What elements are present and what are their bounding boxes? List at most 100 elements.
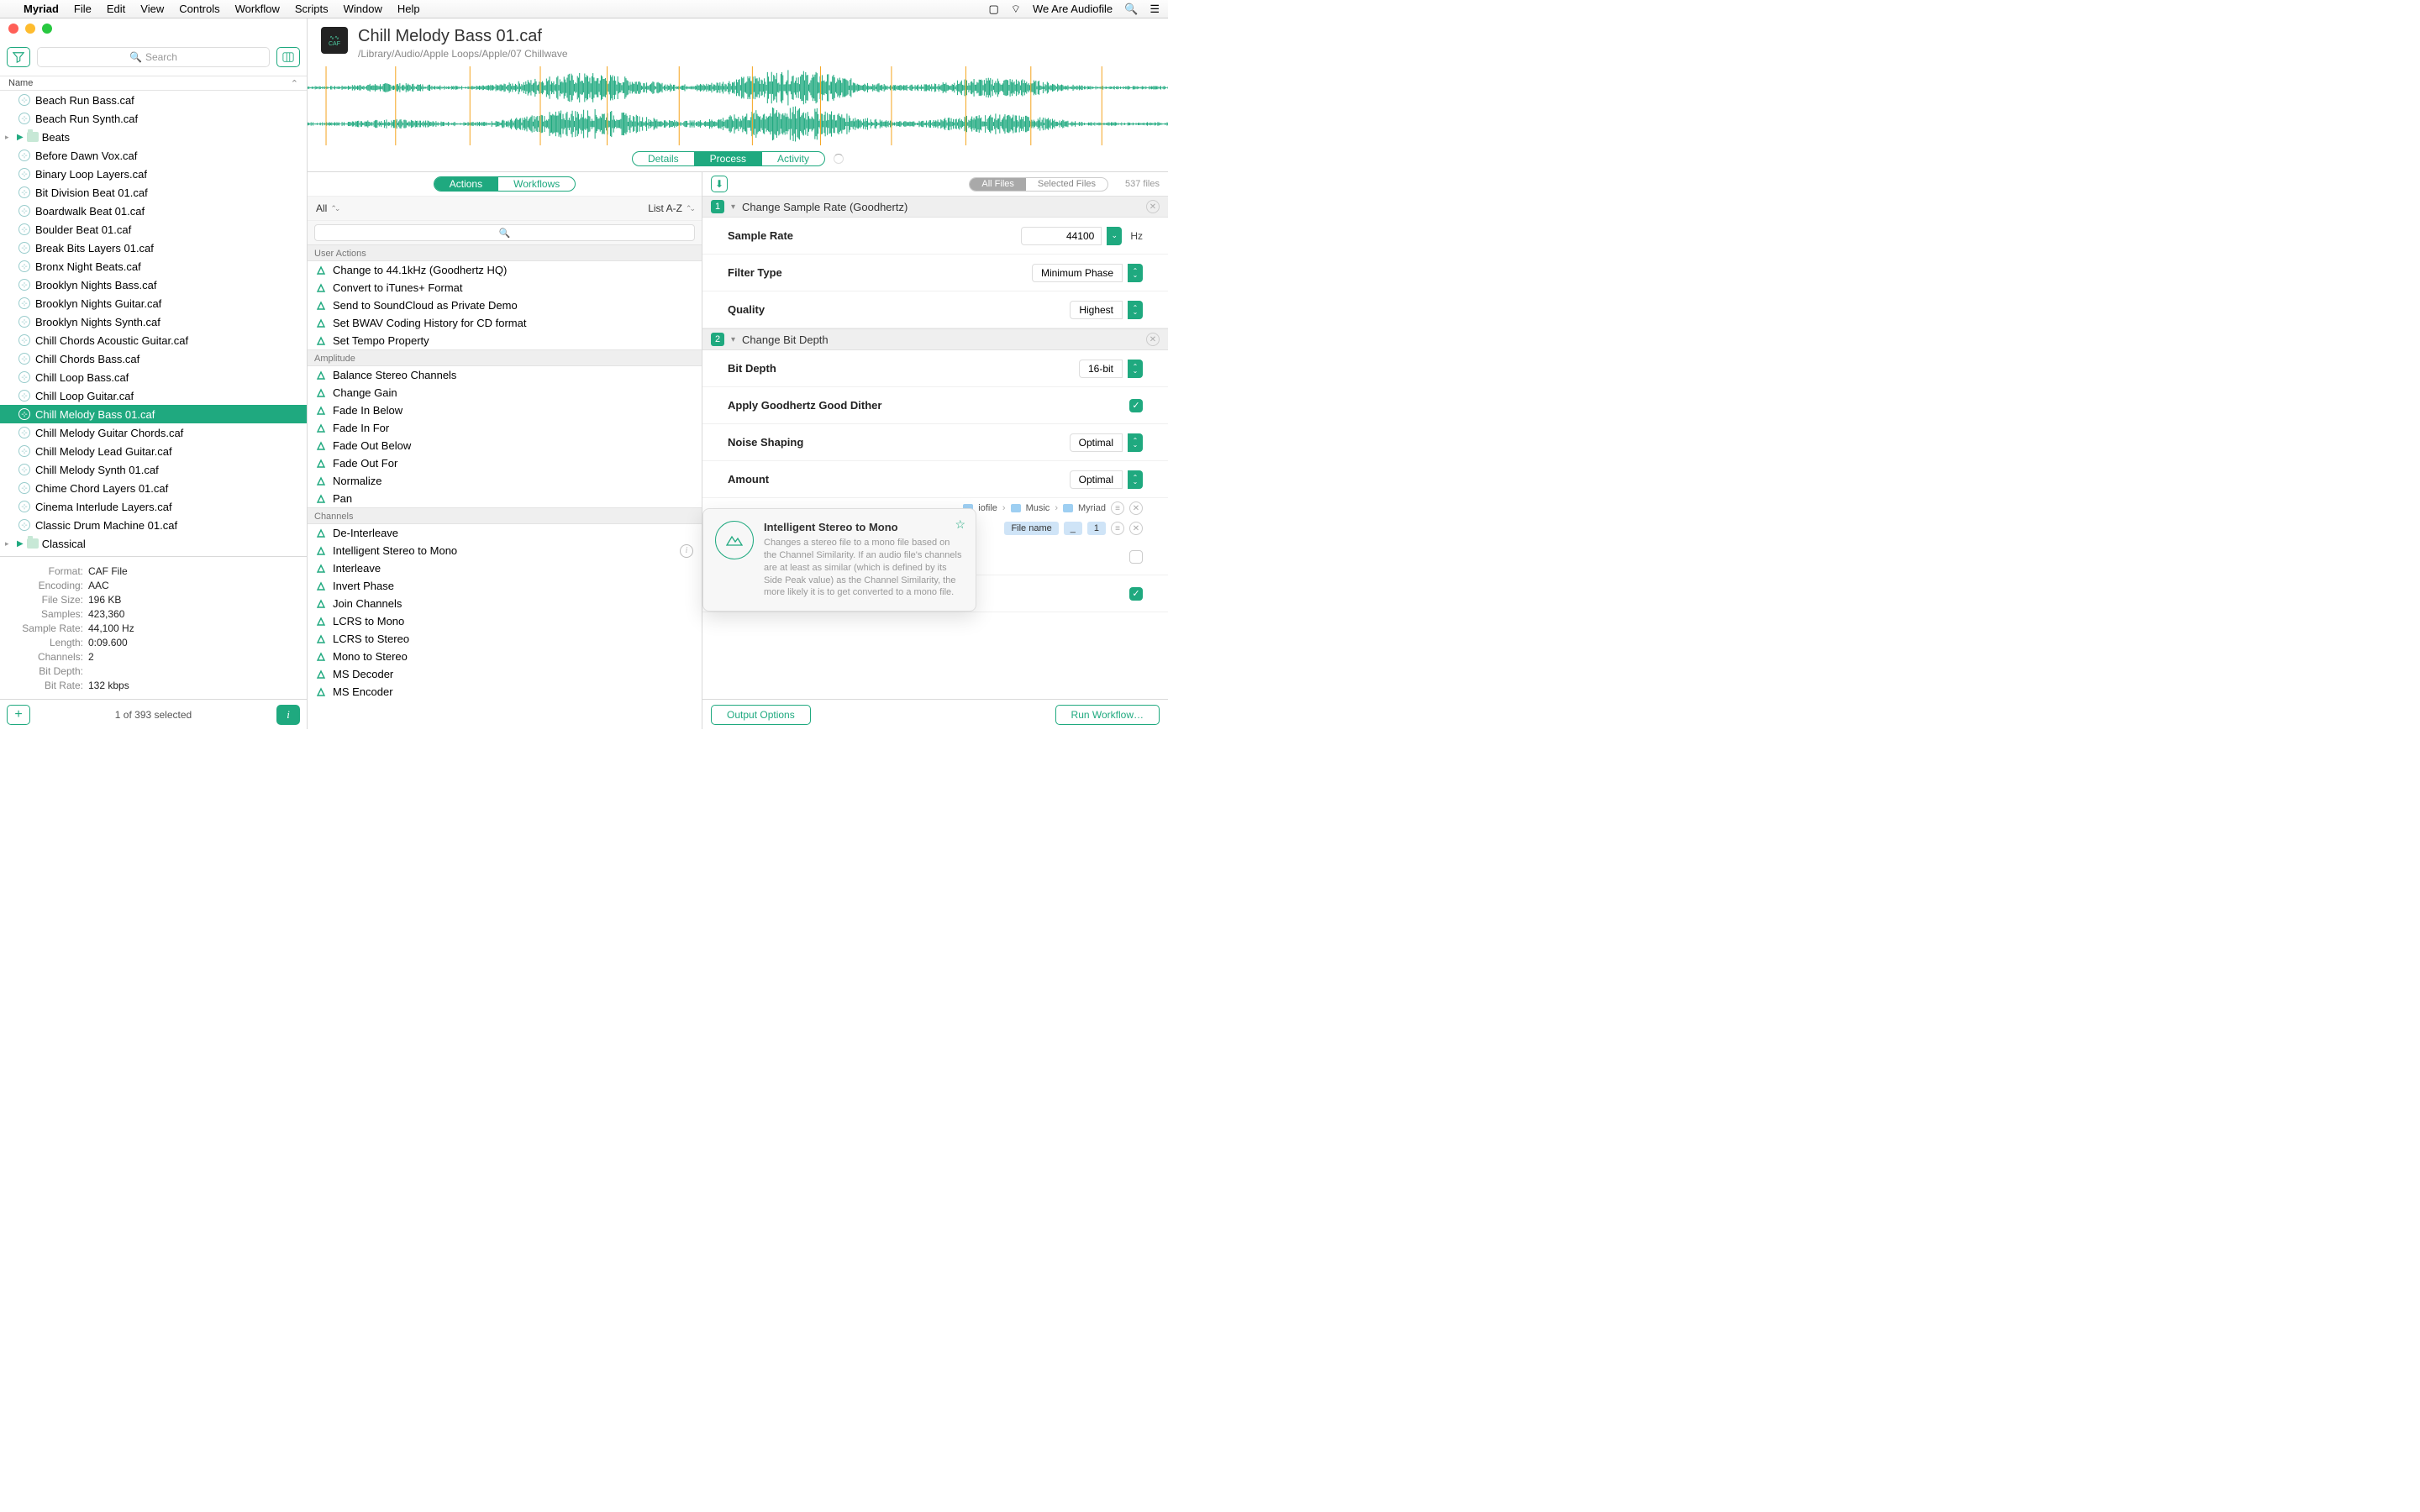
action-row[interactable]: Fade Out Belowi [308, 437, 702, 454]
action-list[interactable]: User ActionsChange to 44.1kHz (Goodhertz… [308, 244, 702, 729]
step-header[interactable]: 2▾Change Bit Depth✕ [702, 328, 1168, 350]
file-row[interactable]: Cinema Interlude Layers.caf [0, 497, 307, 516]
edit-tokens-icon[interactable]: ≡ [1111, 522, 1124, 535]
remove-path-icon[interactable]: ✕ [1129, 501, 1143, 515]
info-icon[interactable]: i [680, 544, 693, 558]
scope-all-files[interactable]: All Files [970, 178, 1026, 191]
checkbox[interactable]: ✓ [1129, 399, 1143, 412]
action-row[interactable]: Interleavei [308, 559, 702, 577]
action-row[interactable]: Change Gaini [308, 384, 702, 402]
action-row[interactable]: De-Interleavei [308, 524, 702, 542]
disclosure-icon[interactable]: ▾ [731, 202, 735, 212]
menu-scripts[interactable]: Scripts [295, 3, 329, 15]
step-header[interactable]: 1▾Change Sample Rate (Goodhertz)✕ [702, 196, 1168, 218]
minimize-window[interactable] [25, 24, 35, 34]
info-button[interactable]: i [276, 705, 300, 725]
action-row[interactable]: LCRS to Monoi [308, 612, 702, 630]
airplay-icon[interactable]: ▢ [988, 3, 998, 16]
file-row[interactable]: Chill Melody Guitar Chords.caf [0, 423, 307, 442]
action-row[interactable]: Fade Out Fori [308, 454, 702, 472]
dropdown-arrows-icon[interactable] [1128, 301, 1143, 319]
play-folder-icon[interactable]: ▶ [17, 539, 24, 549]
action-row[interactable]: MS Encoderi [308, 683, 702, 701]
file-row[interactable]: Classic Drum Machine 01.caf [0, 516, 307, 534]
file-row[interactable]: Boardwalk Beat 01.caf [0, 202, 307, 220]
number-field[interactable]: 44100 [1021, 227, 1102, 245]
remove-step-icon[interactable]: ✕ [1146, 333, 1160, 346]
file-row[interactable]: Bronx Night Beats.caf [0, 257, 307, 276]
file-row[interactable]: Break Bits Layers 01.caf [0, 239, 307, 257]
menu-edit[interactable]: Edit [107, 3, 125, 15]
action-row[interactable]: Mono to Stereoi [308, 648, 702, 665]
file-row[interactable]: Brooklyn Nights Synth.caf [0, 312, 307, 331]
search-field[interactable]: 🔍Search [37, 47, 270, 67]
breadcrumb-item[interactable]: iofile [978, 503, 997, 513]
action-row[interactable]: Change to 44.1kHz (Goodhertz HQ)i [308, 261, 702, 279]
dropdown[interactable]: Optimal [1070, 470, 1123, 489]
dropdown-arrows-icon[interactable] [1128, 470, 1143, 489]
filename-token[interactable]: 1 [1087, 522, 1106, 535]
favorite-star-icon[interactable]: ☆ [955, 517, 965, 532]
column-header[interactable]: Name⌃ [0, 76, 307, 91]
menu-controls[interactable]: Controls [179, 3, 219, 15]
action-row[interactable]: MS Decoderi [308, 665, 702, 683]
action-row[interactable]: Balance Stereo Channelsi [308, 366, 702, 384]
action-row[interactable]: Convert to iTunes+ Formati [308, 279, 702, 297]
file-row[interactable]: Chill Melody Bass 01.caf [0, 405, 307, 423]
action-row[interactable]: Join Channelsi [308, 595, 702, 612]
menu-file[interactable]: File [74, 3, 92, 15]
remove-tokens-icon[interactable]: ✕ [1129, 522, 1143, 535]
spotlight-icon[interactable]: 🔍 [1124, 3, 1138, 16]
action-row[interactable]: Set BWAV Coding History for CD formati [308, 314, 702, 332]
action-row[interactable]: Set Tempo Propertyi [308, 332, 702, 349]
folder-row[interactable]: ▶Classical [0, 534, 307, 553]
edit-path-icon[interactable]: ≡ [1111, 501, 1124, 515]
action-row[interactable]: LCRS to Stereoi [308, 630, 702, 648]
dropdown[interactable]: Highest [1070, 301, 1123, 319]
action-row[interactable]: Invert Phasei [308, 577, 702, 595]
file-row[interactable]: Chill Melody Synth 01.caf [0, 460, 307, 479]
file-row[interactable]: Chill Loop Bass.caf [0, 368, 307, 386]
folder-row[interactable]: ▶Beats [0, 128, 307, 146]
filter-button[interactable] [7, 47, 30, 67]
file-row[interactable]: Beach Run Bass.caf [0, 91, 307, 109]
disclosure-icon[interactable]: ▾ [731, 335, 735, 344]
app-menu[interactable]: Myriad [24, 3, 59, 15]
file-row[interactable]: Boulder Beat 01.caf [0, 220, 307, 239]
file-row[interactable]: Binary Loop Layers.caf [0, 165, 307, 183]
action-row[interactable]: Fade In Belowi [308, 402, 702, 419]
action-row[interactable]: Send to SoundCloud as Private Demoi [308, 297, 702, 314]
dropdown[interactable]: Minimum Phase [1032, 264, 1123, 282]
tab-workflows[interactable]: Workflows [497, 177, 575, 191]
file-row[interactable]: Beach Run Synth.caf [0, 109, 307, 128]
actions-sort-select[interactable]: List A-Z [648, 202, 693, 214]
filename-token[interactable]: File name [1004, 522, 1058, 535]
dropdown-arrows-icon[interactable] [1128, 264, 1143, 282]
file-row[interactable]: Chill Melody Lead Guitar.caf [0, 442, 307, 460]
file-row[interactable]: Chime Chord Layers 01.caf [0, 479, 307, 497]
menu-workflow[interactable]: Workflow [235, 3, 280, 15]
breadcrumb-item[interactable]: Myriad [1078, 503, 1106, 513]
file-row[interactable]: Bit Division Beat 01.caf [0, 183, 307, 202]
columns-button[interactable] [276, 47, 300, 67]
tab-actions[interactable]: Actions [434, 177, 497, 191]
waveform[interactable] [308, 65, 1168, 150]
wifi-icon[interactable]: ⌔ [1011, 3, 1021, 16]
file-row[interactable]: Chill Chords Acoustic Guitar.caf [0, 331, 307, 349]
actions-category-select[interactable]: All [316, 202, 338, 214]
action-row[interactable]: Normalizei [308, 472, 702, 490]
file-row[interactable]: Chill Chords Bass.caf [0, 349, 307, 368]
disclosure-icon[interactable] [5, 539, 13, 549]
filename-token[interactable]: _ [1064, 522, 1082, 535]
import-workflow-button[interactable]: ⬇ [711, 176, 728, 192]
disclosure-icon[interactable] [5, 133, 13, 142]
tab-details[interactable]: Details [633, 152, 694, 165]
file-row[interactable]: Before Dawn Vox.caf [0, 146, 307, 165]
dropdown[interactable]: Optimal [1070, 433, 1123, 452]
file-row[interactable]: Brooklyn Nights Guitar.caf [0, 294, 307, 312]
checkbox[interactable] [1129, 550, 1143, 564]
menu-help[interactable]: Help [397, 3, 420, 15]
menu-view[interactable]: View [140, 3, 164, 15]
dropdown-arrows-icon[interactable] [1128, 433, 1143, 452]
breadcrumb-item[interactable]: Music [1026, 503, 1050, 513]
